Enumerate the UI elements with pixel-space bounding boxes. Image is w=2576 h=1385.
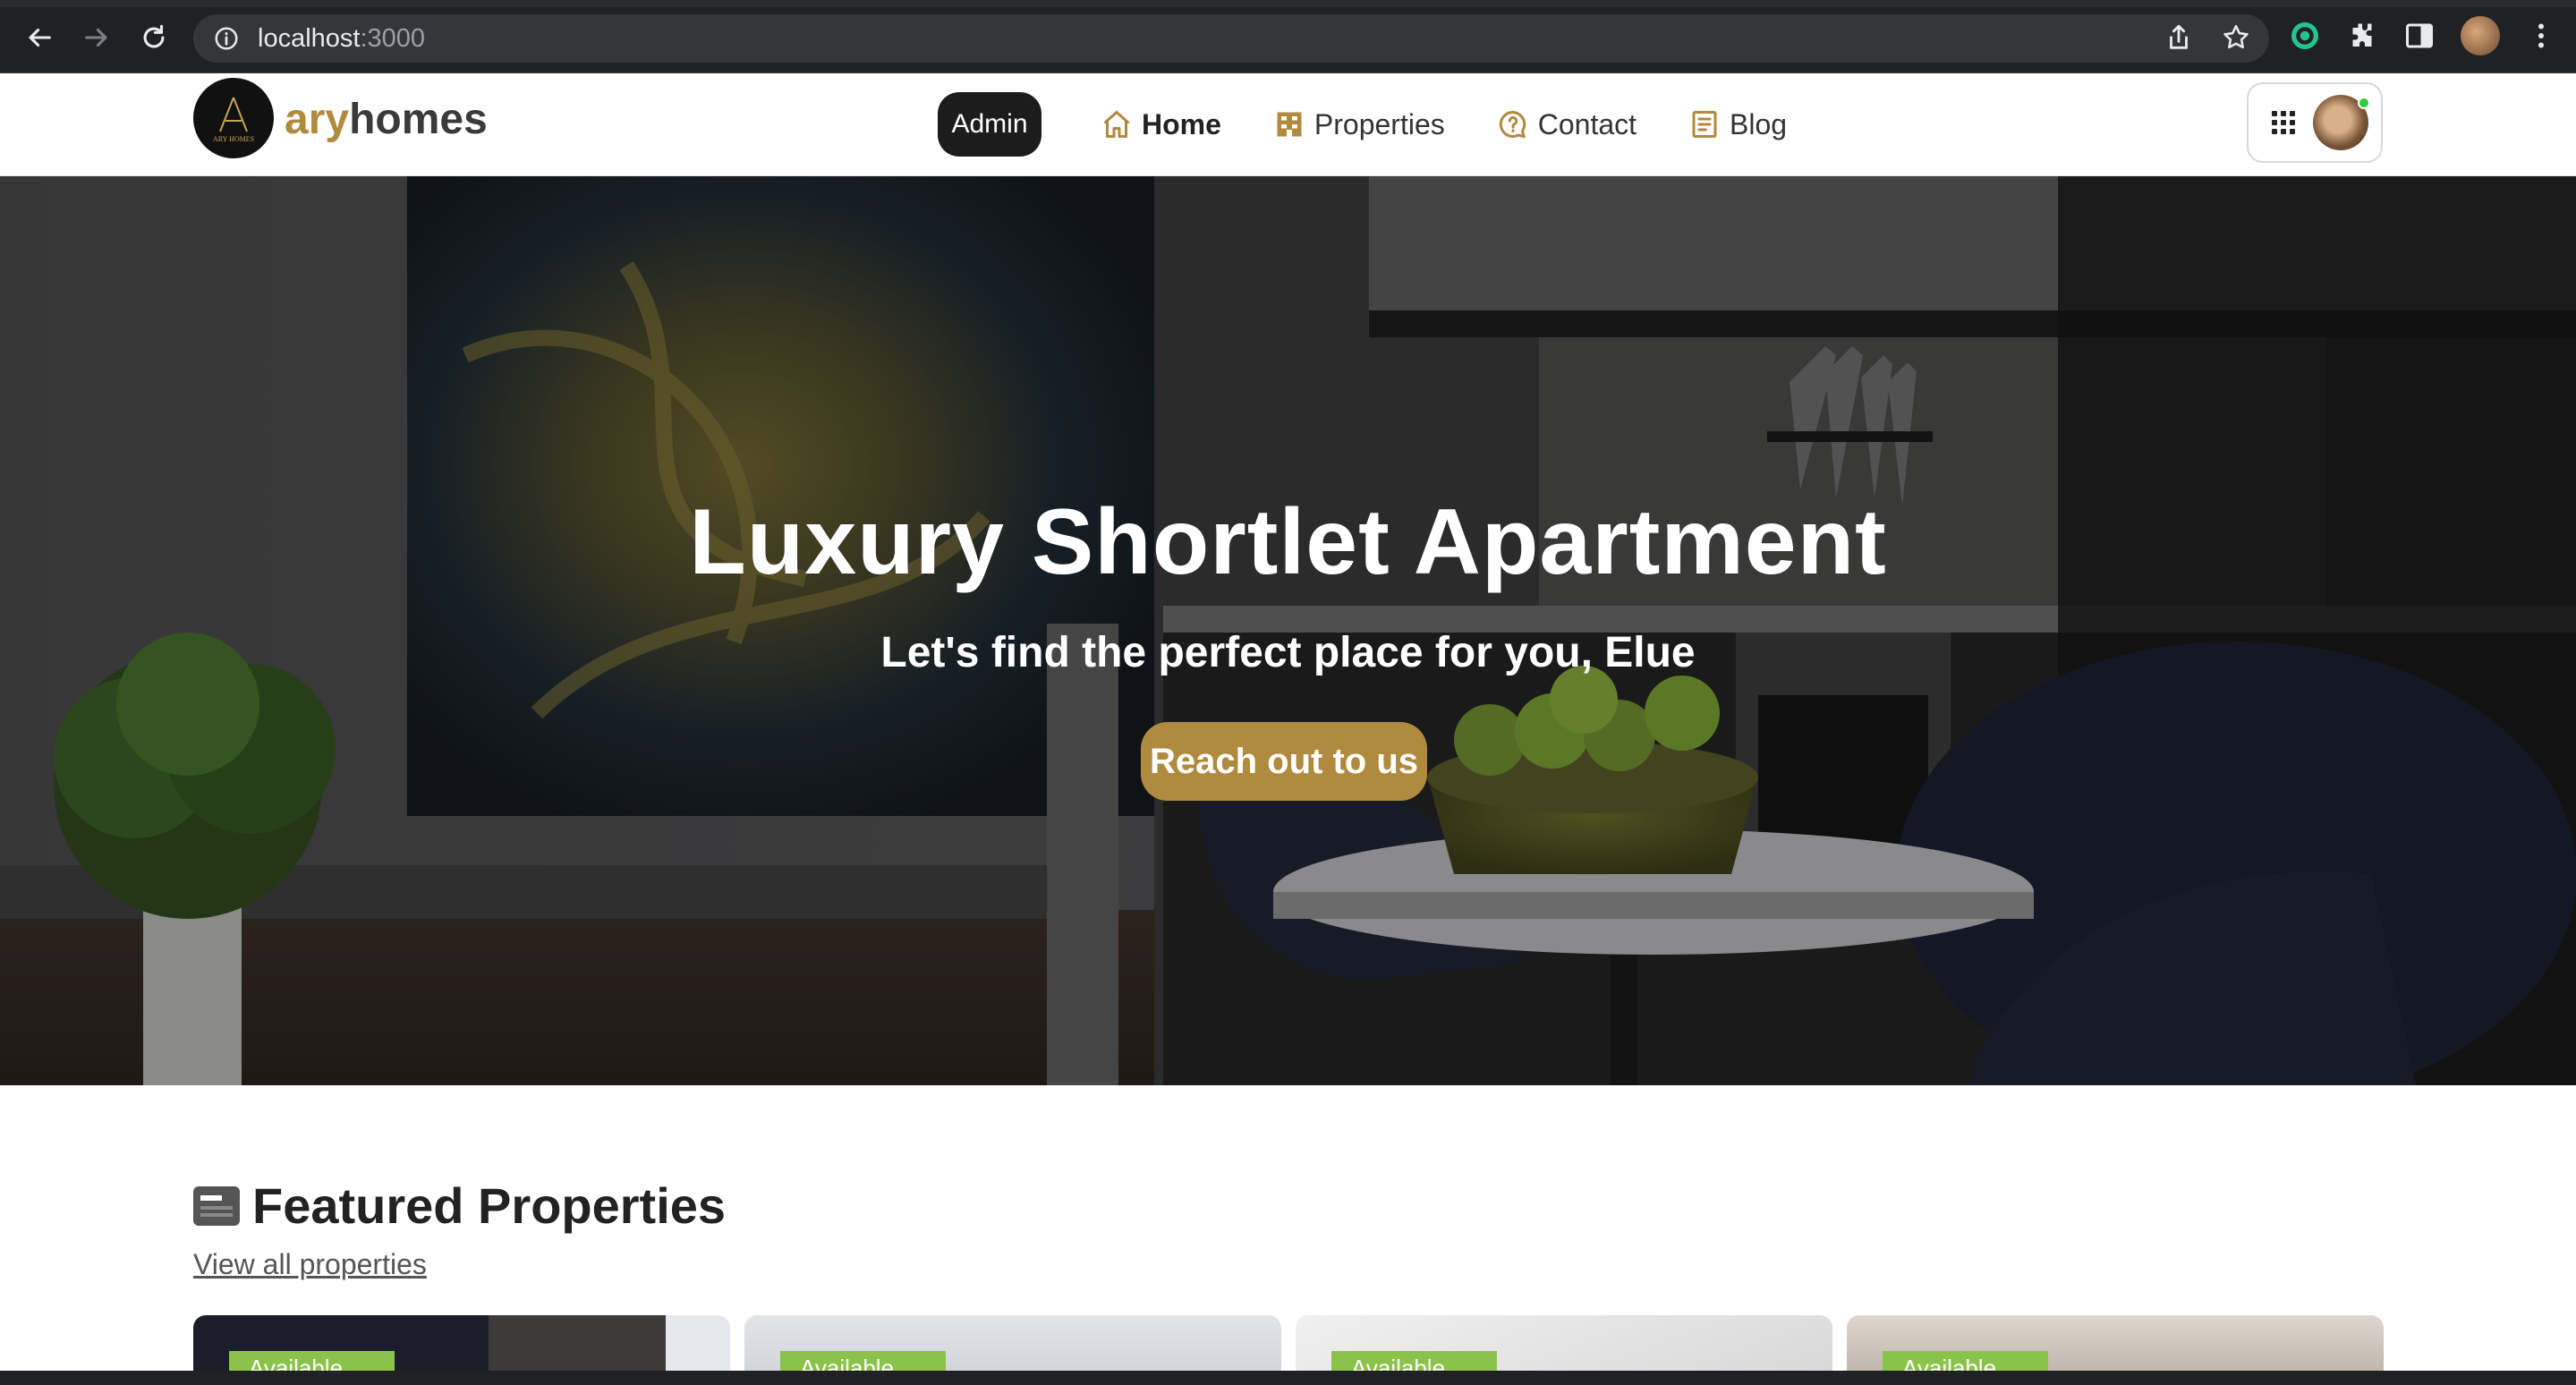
help-bubble-icon bbox=[1499, 110, 1526, 139]
bookmark-star-icon[interactable] bbox=[2221, 22, 2251, 53]
url-host: localhost bbox=[258, 23, 361, 53]
back-arrow-icon bbox=[29, 28, 51, 47]
site-info-icon[interactable] bbox=[213, 25, 240, 52]
logo-text: ARY HOMES bbox=[212, 134, 255, 143]
hero-section: Luxury Shortlet Apartment Let's find the… bbox=[0, 176, 2576, 1085]
hero-title: Luxury Shortlet Apartment bbox=[689, 490, 1887, 594]
user-avatar[interactable] bbox=[2313, 95, 2370, 150]
document-icon bbox=[1692, 111, 1717, 138]
brand-name[interactable]: aryhomes bbox=[285, 95, 488, 144]
site-header: ARY HOMES aryhomes Admin Home Properties… bbox=[0, 73, 2576, 176]
nav-blog[interactable]: Blog bbox=[1688, 108, 1787, 141]
admin-button[interactable]: Admin bbox=[938, 92, 1041, 157]
nav-contact[interactable]: Contact bbox=[1497, 108, 1637, 141]
tab-strip bbox=[0, 0, 2576, 7]
nav-home[interactable]: Home bbox=[1101, 108, 1221, 141]
user-menu[interactable] bbox=[2247, 82, 2383, 163]
logo-a-mark-icon bbox=[219, 97, 248, 132]
reach-out-button[interactable]: Reach out to us bbox=[1141, 722, 1427, 801]
forward-arrow-icon bbox=[85, 28, 107, 47]
browser-profile-avatar[interactable] bbox=[2461, 16, 2500, 55]
forward-button[interactable] bbox=[77, 18, 116, 57]
view-all-properties-link[interactable]: View all properties bbox=[193, 1248, 427, 1281]
window-bottom-edge bbox=[0, 1371, 2576, 1385]
nav-properties-label: Properties bbox=[1314, 107, 1445, 140]
reload-icon bbox=[143, 24, 165, 48]
newspaper-icon bbox=[193, 1185, 240, 1226]
share-icon[interactable] bbox=[2164, 22, 2194, 53]
back-button[interactable] bbox=[20, 18, 59, 57]
featured-title: Featured Properties bbox=[252, 1177, 727, 1234]
main-nav: Admin Home Properties Contact Blog bbox=[938, 91, 1839, 157]
side-panel-icon[interactable] bbox=[2403, 20, 2436, 52]
browser-toolbar: localhost:3000 bbox=[0, 0, 2576, 73]
url-port: :3000 bbox=[360, 23, 426, 53]
address-bar[interactable]: localhost:3000 bbox=[193, 14, 2269, 63]
nav-blog-label: Blog bbox=[1730, 107, 1788, 140]
hero-subtitle: Let's find the perfect place for you, El… bbox=[880, 629, 1696, 676]
brand-part1: ary bbox=[285, 96, 350, 143]
building-icon bbox=[1277, 112, 1302, 137]
extension-target-icon[interactable] bbox=[2289, 20, 2321, 52]
apps-grid-icon[interactable] bbox=[2272, 111, 2295, 134]
home-icon bbox=[1103, 111, 1130, 138]
online-status-dot bbox=[2358, 97, 2370, 109]
reload-button[interactable] bbox=[134, 18, 174, 57]
nav-properties[interactable]: Properties bbox=[1273, 108, 1445, 141]
brand-part2: homes bbox=[349, 96, 488, 143]
extensions-puzzle-icon[interactable] bbox=[2346, 20, 2378, 52]
browser-menu-icon[interactable] bbox=[2525, 20, 2557, 52]
logo[interactable]: ARY HOMES bbox=[193, 78, 274, 158]
nav-home-label: Home bbox=[1142, 107, 1221, 140]
featured-header: Featured Properties bbox=[193, 1177, 726, 1235]
nav-contact-label: Contact bbox=[1537, 107, 1637, 140]
